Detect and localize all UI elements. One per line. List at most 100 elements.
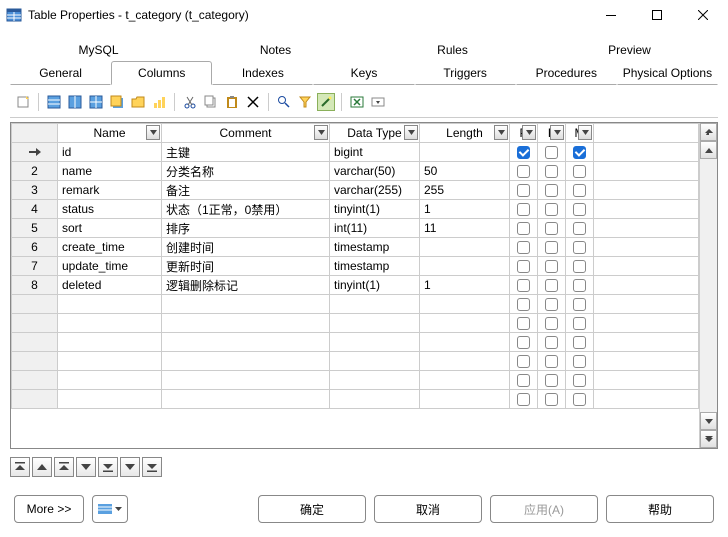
tab-general[interactable]: General bbox=[10, 61, 111, 85]
tab-preview[interactable]: Preview bbox=[541, 38, 718, 61]
cell-datatype[interactable]: bigint bbox=[330, 143, 420, 162]
cell-length[interactable]: 11 bbox=[420, 219, 510, 238]
detail-button[interactable] bbox=[92, 495, 128, 523]
cell-datatype[interactable]: tinyint(1) bbox=[330, 200, 420, 219]
checkbox[interactable] bbox=[545, 279, 558, 292]
cell-datatype[interactable]: timestamp bbox=[330, 238, 420, 257]
move-top-button[interactable] bbox=[10, 457, 30, 477]
checkbox[interactable] bbox=[573, 184, 586, 197]
checkbox[interactable] bbox=[517, 317, 530, 330]
cell-comment[interactable]: 分类名称 bbox=[162, 162, 330, 181]
maximize-button[interactable] bbox=[634, 0, 680, 30]
checkbox[interactable] bbox=[573, 165, 586, 178]
scroll-up-icon[interactable] bbox=[700, 141, 717, 159]
more-button[interactable]: More >> bbox=[14, 495, 84, 523]
tab-notes[interactable]: Notes bbox=[187, 38, 364, 61]
checkbox[interactable] bbox=[517, 393, 530, 406]
scroll-bottom-icon[interactable] bbox=[700, 430, 717, 448]
move-bottom-button[interactable] bbox=[98, 457, 118, 477]
checkbox[interactable] bbox=[517, 146, 530, 159]
header-comment[interactable]: Comment bbox=[162, 124, 330, 143]
tab-columns[interactable]: Columns bbox=[111, 61, 212, 85]
checkbox[interactable] bbox=[545, 241, 558, 254]
header-name[interactable]: Name bbox=[58, 124, 162, 143]
cell-comment[interactable]: 更新时间 bbox=[162, 257, 330, 276]
checkbox[interactable] bbox=[573, 146, 586, 159]
cell-length[interactable] bbox=[420, 238, 510, 257]
folder-icon[interactable] bbox=[129, 93, 147, 111]
cell-comment[interactable]: 创建时间 bbox=[162, 238, 330, 257]
table-row[interactable] bbox=[12, 371, 699, 390]
cell-datatype[interactable]: timestamp bbox=[330, 257, 420, 276]
tab-mysql[interactable]: MySQL bbox=[10, 38, 187, 61]
checkbox[interactable] bbox=[545, 165, 558, 178]
table-row[interactable]: 6create_time创建时间timestamp bbox=[12, 238, 699, 257]
tab-indexes[interactable]: Indexes bbox=[212, 61, 313, 85]
move-down-button[interactable] bbox=[76, 457, 96, 477]
cell-datatype[interactable]: int(11) bbox=[330, 219, 420, 238]
cell-name[interactable]: create_time bbox=[58, 238, 162, 257]
cell-datatype[interactable]: varchar(255) bbox=[330, 181, 420, 200]
checkbox[interactable] bbox=[517, 241, 530, 254]
checkbox[interactable] bbox=[545, 355, 558, 368]
checkbox[interactable] bbox=[517, 260, 530, 273]
cell-length[interactable] bbox=[420, 257, 510, 276]
checkbox[interactable] bbox=[517, 165, 530, 178]
checkbox[interactable] bbox=[517, 355, 530, 368]
checkbox[interactable] bbox=[573, 222, 586, 235]
table-row[interactable]: 5sort排序int(11)11 bbox=[12, 219, 699, 238]
checkbox[interactable] bbox=[573, 355, 586, 368]
checkbox[interactable] bbox=[573, 241, 586, 254]
header-p[interactable]: P bbox=[510, 124, 538, 143]
cell-name[interactable]: update_time bbox=[58, 257, 162, 276]
header-datatype[interactable]: Data Type bbox=[330, 124, 420, 143]
cell-name[interactable]: deleted bbox=[58, 276, 162, 295]
cell-length[interactable] bbox=[420, 143, 510, 162]
checkbox[interactable] bbox=[517, 222, 530, 235]
copy-icon[interactable] bbox=[202, 93, 220, 111]
table-row[interactable] bbox=[12, 352, 699, 371]
delete-icon[interactable] bbox=[244, 93, 262, 111]
checkbox[interactable] bbox=[517, 184, 530, 197]
copy-grid-icon[interactable] bbox=[108, 93, 126, 111]
checkbox[interactable] bbox=[545, 317, 558, 330]
cell-name[interactable]: id bbox=[58, 143, 162, 162]
cell-datatype[interactable]: varchar(50) bbox=[330, 162, 420, 181]
minimize-button[interactable] bbox=[588, 0, 634, 30]
table-row[interactable]: 8deleted逻辑删除标记tinyint(1)1 bbox=[12, 276, 699, 295]
cell-comment[interactable]: 备注 bbox=[162, 181, 330, 200]
cut-icon[interactable] bbox=[181, 93, 199, 111]
checkbox[interactable] bbox=[517, 374, 530, 387]
checkbox[interactable] bbox=[517, 203, 530, 216]
table-row[interactable] bbox=[12, 333, 699, 352]
new-icon[interactable] bbox=[14, 93, 32, 111]
chart-icon[interactable] bbox=[150, 93, 168, 111]
cancel-button[interactable]: 取消 bbox=[374, 495, 482, 523]
grid2-icon[interactable] bbox=[66, 93, 84, 111]
table-row[interactable] bbox=[12, 314, 699, 333]
checkbox[interactable] bbox=[573, 203, 586, 216]
checkbox[interactable] bbox=[545, 374, 558, 387]
checkbox[interactable] bbox=[545, 184, 558, 197]
grid3-icon[interactable] bbox=[87, 93, 105, 111]
move-down2-button[interactable] bbox=[120, 457, 140, 477]
scroll-top-icon[interactable] bbox=[700, 123, 717, 141]
tab-procedures[interactable]: Procedures bbox=[516, 61, 617, 85]
wand-icon[interactable] bbox=[317, 93, 335, 111]
dropdown-icon[interactable] bbox=[146, 125, 160, 140]
table-row[interactable]: 2name分类名称varchar(50)50 bbox=[12, 162, 699, 181]
table-row[interactable]: 3remark备注varchar(255)255 bbox=[12, 181, 699, 200]
header-f[interactable]: F bbox=[538, 124, 566, 143]
cell-name[interactable]: remark bbox=[58, 181, 162, 200]
table-row[interactable]: 4status状态（1正常，0禁用）tinyint(1)1 bbox=[12, 200, 699, 219]
close-button[interactable] bbox=[680, 0, 726, 30]
cell-comment[interactable]: 逻辑删除标记 bbox=[162, 276, 330, 295]
apply-button[interactable]: 应用(A) bbox=[490, 495, 598, 523]
checkbox[interactable] bbox=[545, 298, 558, 311]
header-m[interactable]: M bbox=[566, 124, 594, 143]
move-top2-button[interactable] bbox=[54, 457, 74, 477]
find-icon[interactable] bbox=[275, 93, 293, 111]
move-bottom2-button[interactable] bbox=[142, 457, 162, 477]
table-row[interactable]: id主键bigint bbox=[12, 143, 699, 162]
paste-icon[interactable] bbox=[223, 93, 241, 111]
